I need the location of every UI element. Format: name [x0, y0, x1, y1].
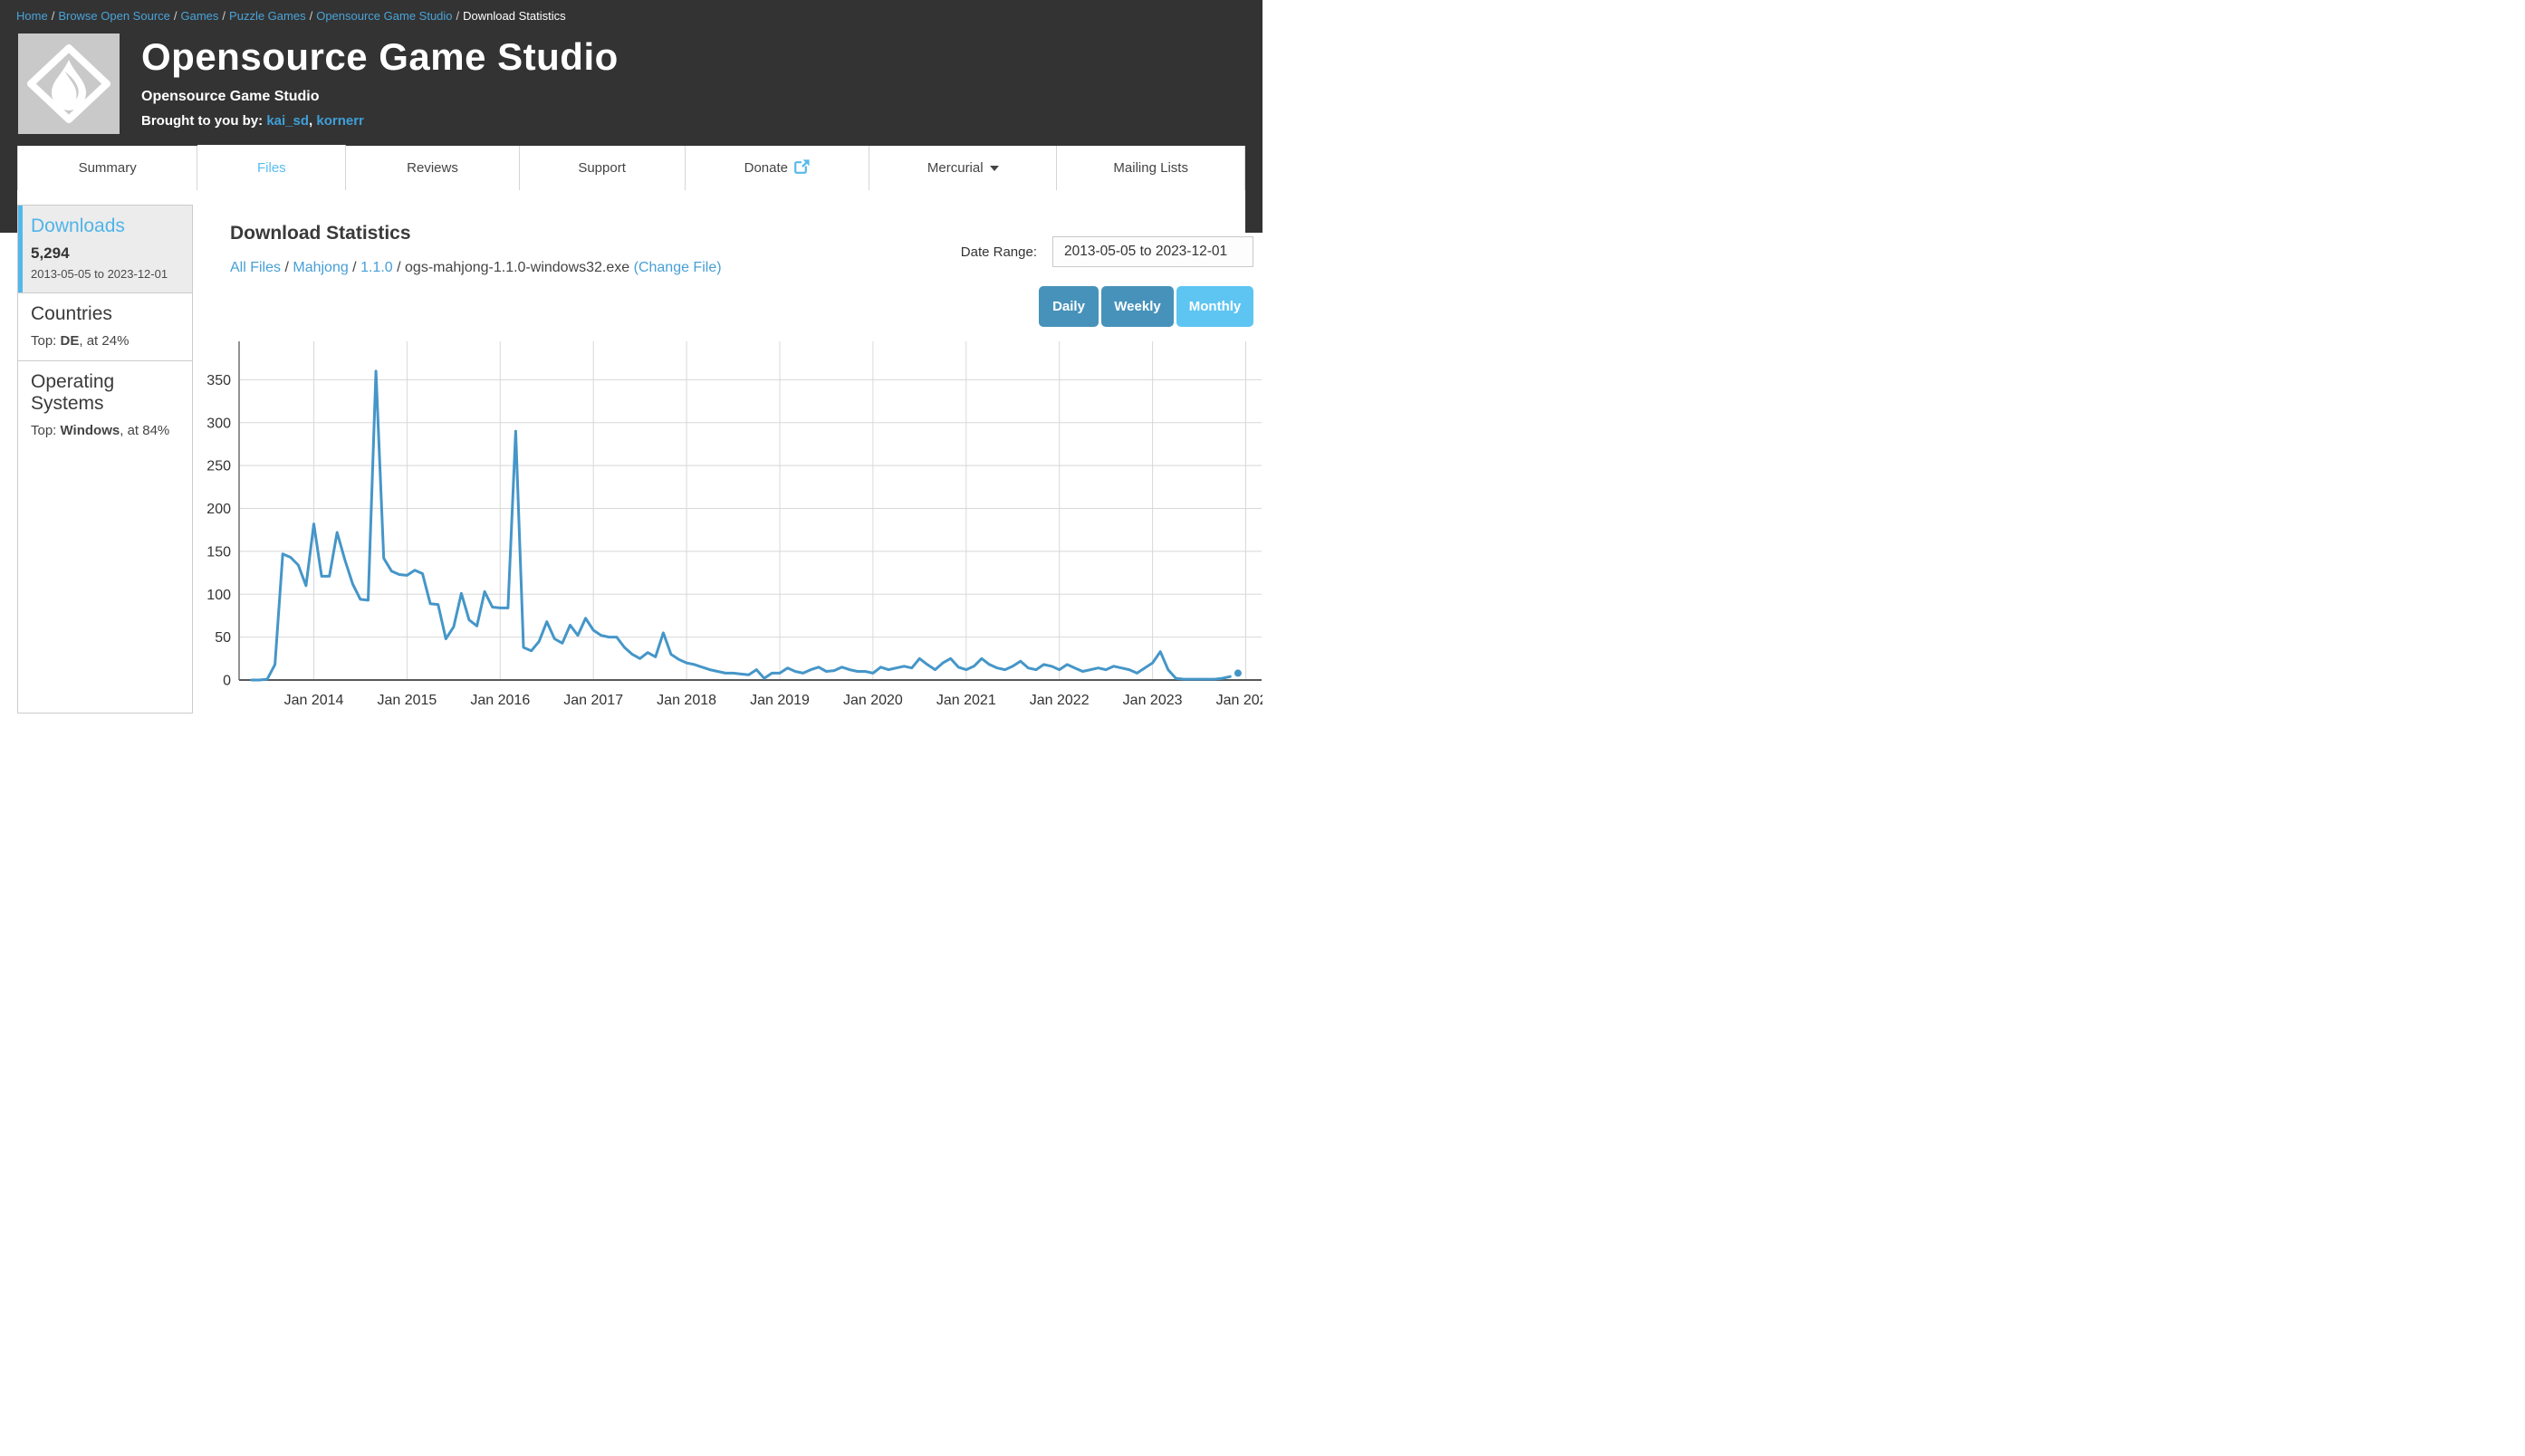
breadcrumb-home[interactable]: Home: [16, 9, 48, 23]
project-header: Opensource Game Studio Opensource Game S…: [18, 34, 619, 134]
tab-files[interactable]: Files: [197, 141, 346, 190]
current-filename: ogs-mahjong-1.1.0-windows32.exe: [405, 260, 629, 275]
downloads-link[interactable]: Downloads: [31, 216, 125, 236]
svg-text:Jan 2016: Jan 2016: [470, 693, 530, 708]
tab-summary[interactable]: Summary: [17, 146, 197, 190]
svg-text:Jan 2014: Jan 2014: [284, 693, 344, 708]
date-range-input[interactable]: [1052, 236, 1253, 267]
project-nav-tabs: Summary Files Reviews Support Donate Mer…: [0, 145, 1262, 190]
tab-mercurial[interactable]: Mercurial: [869, 146, 1057, 190]
weekly-button[interactable]: Weekly: [1101, 286, 1174, 327]
svg-text:100: 100: [206, 588, 231, 603]
daily-button[interactable]: Daily: [1039, 286, 1099, 327]
version-link[interactable]: 1.1.0: [360, 260, 393, 275]
project-subtitle: Opensource Game Studio: [141, 89, 619, 105]
main-panel: Download Statistics All Files / Mahjong …: [193, 190, 1245, 728]
monthly-button[interactable]: Monthly: [1176, 286, 1253, 327]
breadcrumb: Home/Browse Open Source/Games/Puzzle Gam…: [0, 0, 1262, 23]
svg-text:Jan 2022: Jan 2022: [1030, 693, 1090, 708]
date-range-control: Date Range:: [961, 236, 1253, 267]
breadcrumb-puzzle-games[interactable]: Puzzle Games: [229, 9, 306, 23]
svg-text:Jan 2024: Jan 2024: [1216, 693, 1262, 708]
all-files-link[interactable]: All Files: [230, 260, 281, 275]
svg-text:Jan 2019: Jan 2019: [750, 693, 810, 708]
tab-donate[interactable]: Donate: [686, 146, 869, 190]
maintainer-link-kai-sd[interactable]: kai_sd: [266, 113, 309, 129]
svg-text:Jan 2017: Jan 2017: [563, 693, 623, 708]
project-logo-icon: [18, 34, 120, 134]
change-file-link[interactable]: (Change File): [634, 260, 722, 275]
tab-support[interactable]: Support: [520, 146, 686, 190]
svg-text:300: 300: [206, 416, 231, 431]
external-link-icon: [794, 159, 810, 177]
os-top-stat: Top: Windows, at 84%: [31, 423, 181, 438]
page-header: Home/Browse Open Source/Games/Puzzle Gam…: [0, 0, 1262, 145]
countries-top-stat: Top: DE, at 24%: [31, 333, 181, 349]
project-byline: Brought to you by: kai_sd, kornerr: [141, 113, 619, 129]
svg-text:Jan 2015: Jan 2015: [377, 693, 437, 708]
svg-text:50: 50: [215, 630, 231, 646]
downloads-line-chart: 0 50 100 150 200 250 300 350 Jan 2014 Jan 2015 Jan…: [207, 341, 1262, 728]
sidebar-item-countries[interactable]: Countries Top: DE, at 24%: [18, 292, 192, 360]
date-range-label: Date Range:: [961, 244, 1037, 260]
stats-sidebar: Downloads 5,294 2013-05-05 to 2023-12-01…: [17, 190, 193, 728]
svg-text:250: 250: [206, 459, 231, 474]
tab-mailing-lists[interactable]: Mailing Lists: [1057, 146, 1244, 190]
breadcrumb-current: Download Statistics: [463, 9, 565, 23]
svg-text:350: 350: [206, 373, 231, 388]
breadcrumb-project[interactable]: Opensource Game Studio: [316, 9, 452, 23]
svg-text:0: 0: [223, 674, 231, 689]
svg-text:150: 150: [206, 544, 231, 560]
maintainer-link-kornerr[interactable]: kornerr: [316, 113, 364, 129]
svg-text:Jan 2020: Jan 2020: [843, 693, 903, 708]
project-title: Opensource Game Studio: [141, 35, 619, 79]
svg-text:Jan 2018: Jan 2018: [657, 693, 716, 708]
svg-text:Jan 2023: Jan 2023: [1123, 693, 1183, 708]
breadcrumb-games[interactable]: Games: [181, 9, 219, 23]
content-area: Downloads 5,294 2013-05-05 to 2023-12-01…: [17, 190, 1245, 728]
svg-text:200: 200: [206, 502, 231, 517]
sidebar-item-operating-systems[interactable]: Operating Systems Top: Windows, at 84%: [18, 360, 192, 450]
download-statistics-page: Home/Browse Open Source/Games/Puzzle Gam…: [0, 0, 1262, 728]
downloads-date-range: 2013-05-05 to 2023-12-01: [31, 267, 181, 281]
folder-link[interactable]: Mahjong: [293, 260, 348, 275]
breadcrumb-browse[interactable]: Browse Open Source: [58, 9, 170, 23]
downloads-count: 5,294: [31, 244, 181, 263]
svg-text:Jan 2021: Jan 2021: [936, 693, 996, 708]
chevron-down-icon: [990, 166, 999, 171]
granularity-buttons: Daily Weekly Monthly: [1039, 286, 1253, 327]
sidebar-item-downloads[interactable]: Downloads 5,294 2013-05-05 to 2023-12-01: [18, 206, 192, 292]
tab-reviews[interactable]: Reviews: [346, 146, 519, 190]
